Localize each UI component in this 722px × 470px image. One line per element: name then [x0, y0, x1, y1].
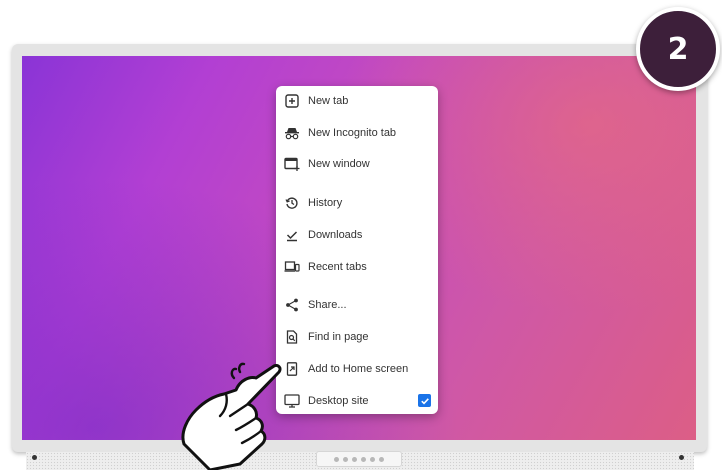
new-tab-icon [284, 93, 300, 109]
sensor-dot-left [32, 455, 37, 460]
menu-item-label: New window [308, 158, 370, 170]
menu-item-label: Add to Home screen [308, 363, 409, 375]
menu-item-label: Find in page [308, 331, 369, 343]
incognito-icon [284, 125, 300, 141]
new-window-icon [284, 156, 300, 172]
hardware-control-strip [316, 451, 402, 467]
browser-menu: New tab New Incognito tab New window His… [276, 86, 438, 414]
menu-item-label: New tab [308, 95, 349, 107]
desktop-site-checkbox[interactable] [418, 394, 431, 407]
menu-item-history[interactable]: History [276, 191, 438, 215]
menu-item-desktop-site[interactable]: Desktop site [276, 389, 438, 413]
sensor-dot-right [679, 455, 684, 460]
menu-item-label: Desktop site [308, 395, 369, 407]
menu-item-label: History [308, 197, 343, 209]
download-icon [284, 227, 300, 243]
menu-item-new-window[interactable]: New window [276, 152, 438, 176]
pointing-hand-icon [181, 362, 282, 470]
devices-icon [284, 259, 300, 275]
menu-item-label: Downloads [308, 229, 363, 241]
menu-item-new-incognito-tab[interactable]: New Incognito tab [276, 121, 438, 145]
history-icon [284, 195, 300, 211]
menu-item-downloads[interactable]: Downloads [276, 223, 438, 247]
menu-item-new-tab[interactable]: New tab [276, 89, 438, 113]
menu-item-recent-tabs[interactable]: Recent tabs [276, 255, 438, 279]
find-icon [284, 329, 300, 345]
menu-item-share[interactable]: Share... [276, 293, 438, 317]
menu-item-label: Share... [308, 299, 347, 311]
menu-item-label: New Incognito tab [308, 127, 397, 139]
step-badge: 2 [636, 7, 720, 91]
share-icon [284, 297, 300, 313]
tutorial-illustration: 2 New tab New Incognito tab New window H… [0, 0, 722, 470]
menu-item-find-in-page[interactable]: Find in page [276, 325, 438, 349]
menu-item-add-to-home-screen[interactable]: Add to Home screen [276, 357, 438, 381]
menu-item-label: Recent tabs [308, 261, 367, 273]
